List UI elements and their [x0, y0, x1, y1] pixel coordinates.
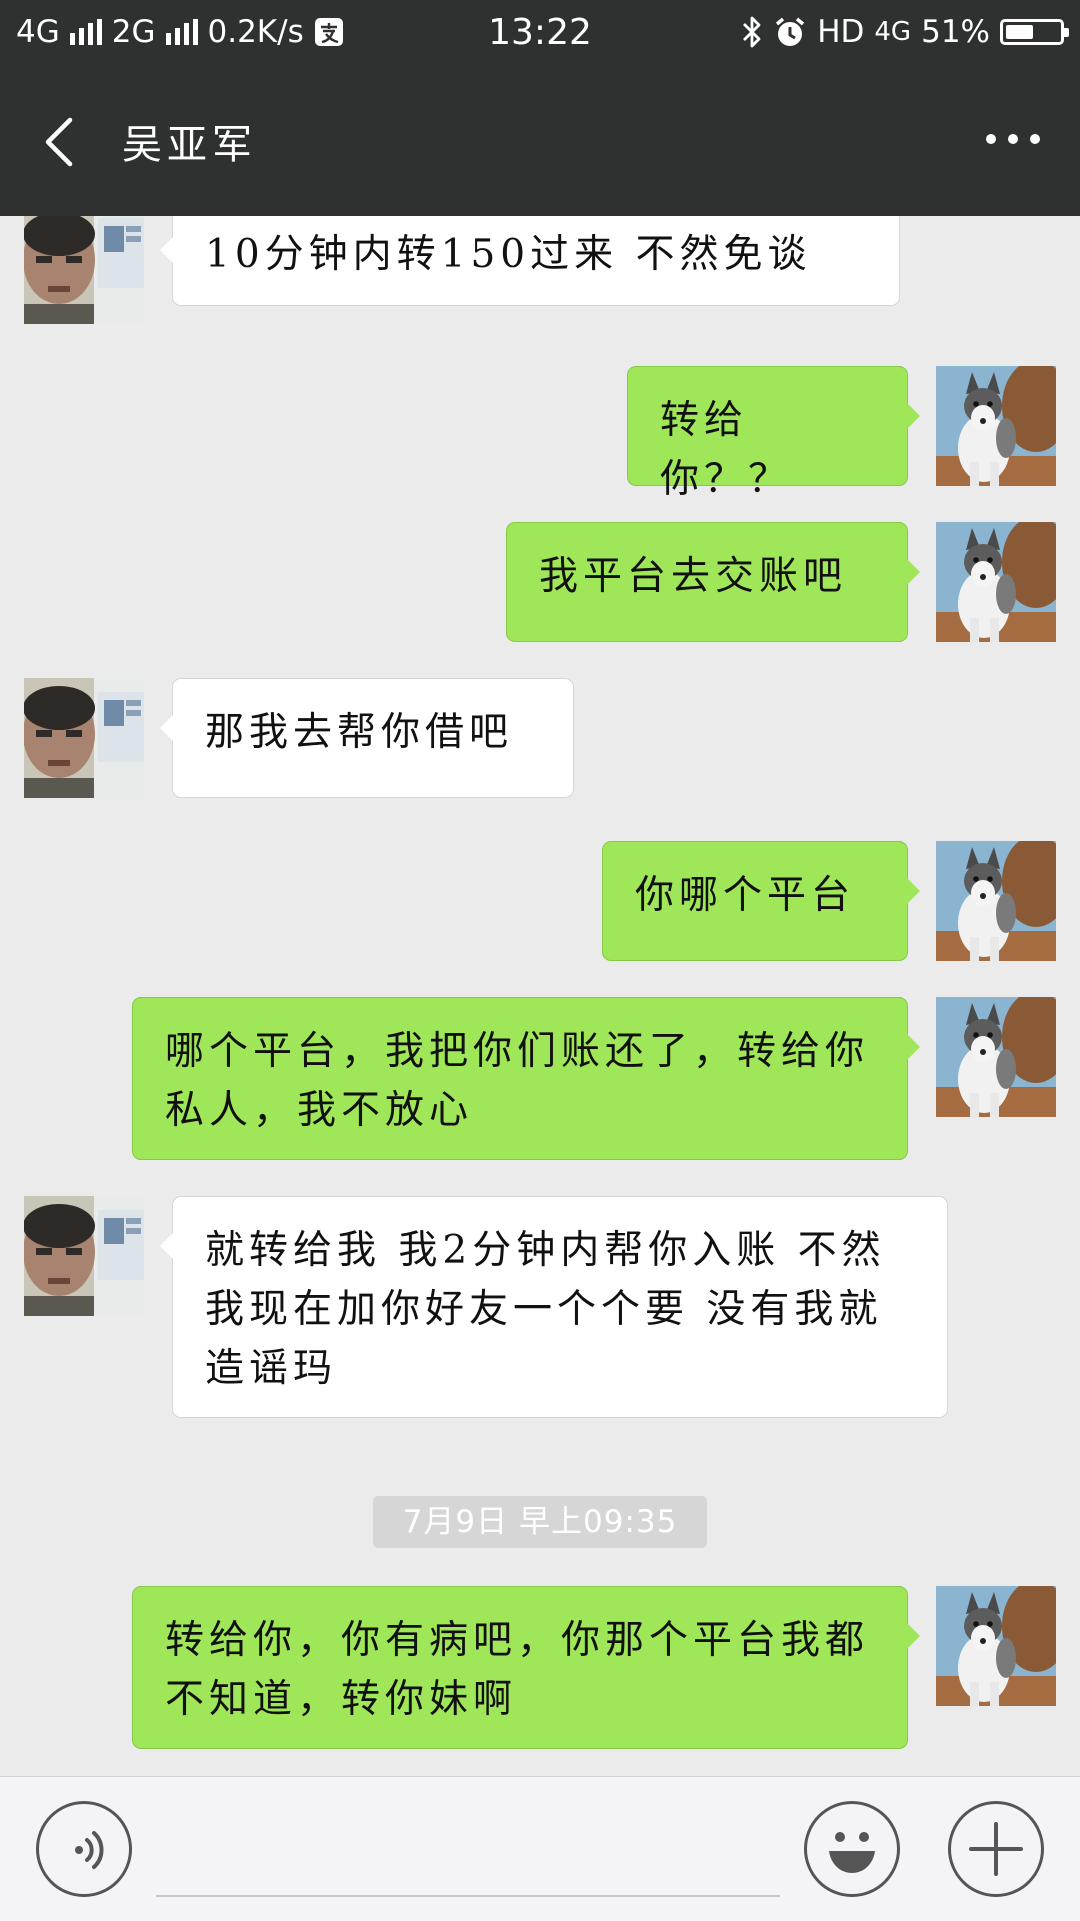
message-input[interactable] — [156, 1815, 780, 1897]
emoji-icon[interactable] — [804, 1801, 900, 1897]
avatar-contact[interactable] — [24, 1196, 144, 1316]
alarm-icon — [776, 17, 805, 46]
chevron-left-icon[interactable] — [34, 112, 94, 172]
avatar-self[interactable] — [936, 366, 1056, 486]
battery-percent: 51% — [921, 14, 990, 50]
message-bubble-outgoing[interactable]: 转给你？？ — [627, 366, 920, 502]
status-right: HD 4G 51% — [741, 14, 1069, 50]
message-bubble-outgoing[interactable]: 你哪个平台 — [602, 841, 920, 961]
message-bubble-outgoing[interactable]: 我平台去交账吧 — [506, 522, 920, 642]
avatar-contact[interactable] — [24, 678, 144, 798]
voice-icon[interactable] — [36, 1801, 132, 1897]
message-bubble-outgoing[interactable]: 哪个平台，我把你们账还了，转给你私人，我不放心 — [132, 997, 920, 1160]
avatar-contact[interactable] — [24, 216, 144, 324]
bluetooth-icon — [743, 16, 761, 48]
status-bar: 4G 2G 0.2K/s 13:22 HD 4G 51% — [0, 0, 1080, 68]
message-bubble-outgoing[interactable]: 转给你，你有病吧，你那个平台我都不知道，转你妹啊 — [132, 1586, 920, 1749]
avatar-self[interactable] — [936, 522, 1056, 642]
more-dots-icon[interactable] — [986, 134, 1040, 144]
avatar-self[interactable] — [936, 1586, 1056, 1706]
message-bubble-incoming[interactable]: 就转给我 我2分钟内帮你入账 不然我现在加你好友一个个要 没有我就造谣玛 — [160, 1196, 948, 1418]
title-bar: 吴亚军 — [0, 68, 1080, 216]
battery-icon — [1000, 19, 1069, 45]
chat-area[interactable]: 10分钟内转150过来 不然免谈 转给你？？ 我平台去交账吧 那我去帮你借吧 你… — [0, 216, 1080, 1776]
input-bar — [0, 1776, 1080, 1921]
hd-label: HD — [817, 14, 865, 50]
avatar-self[interactable] — [936, 997, 1056, 1117]
message-bubble-incoming[interactable]: 10分钟内转150过来 不然免谈 — [160, 216, 900, 306]
message-bubble-incoming[interactable]: 那我去帮你借吧 — [160, 678, 574, 798]
time-divider: 7月9日 早上09:35 — [373, 1496, 707, 1548]
avatar-self[interactable] — [936, 841, 1056, 961]
battery-fill — [1006, 25, 1033, 39]
chat-title: 吴亚军 — [122, 122, 257, 168]
network-type-3: 4G — [874, 17, 912, 47]
plus-icon[interactable] — [948, 1801, 1044, 1897]
